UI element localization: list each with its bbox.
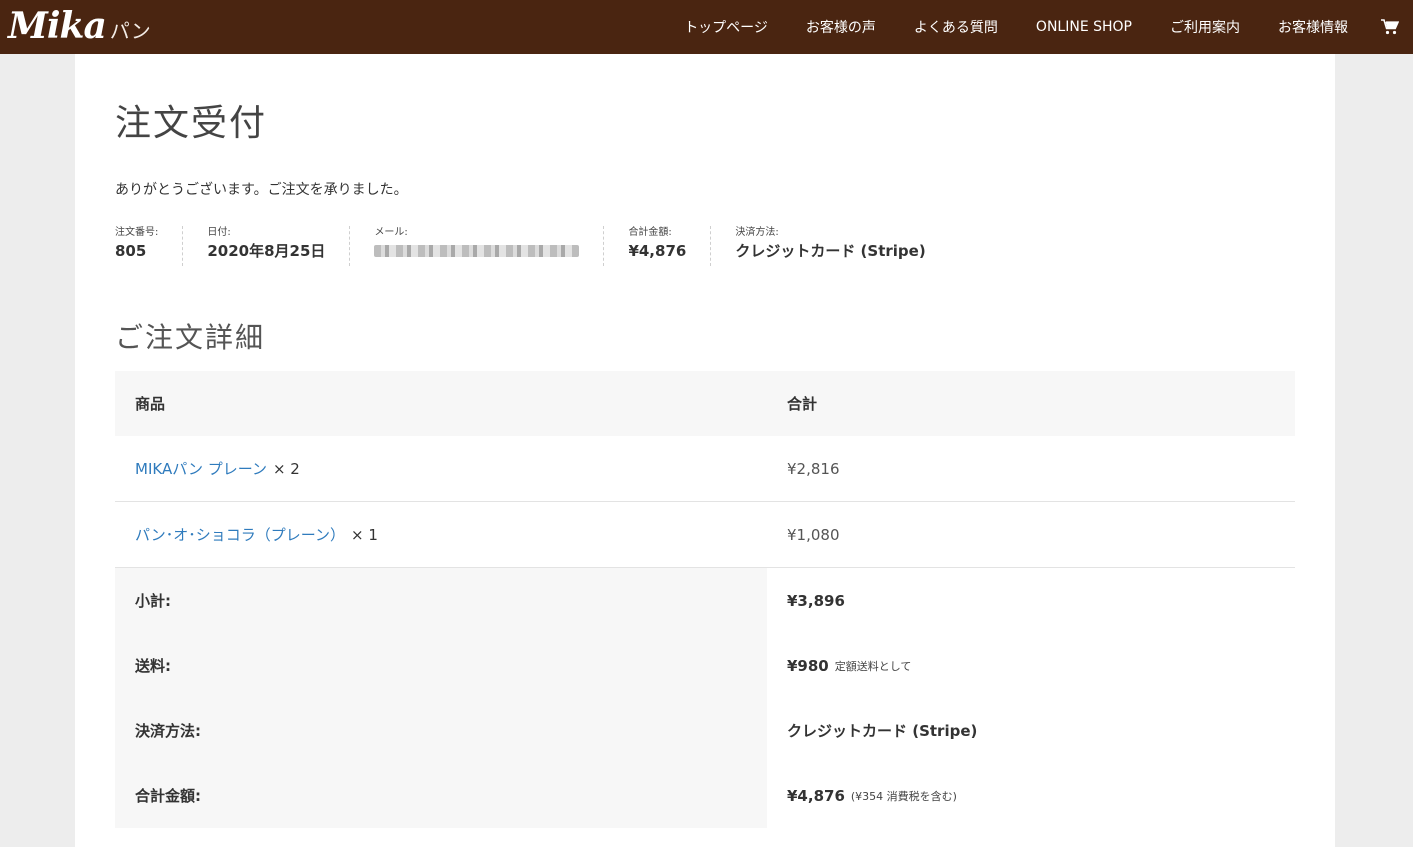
order-overview: 注文番号: 805 日付: 2020年8月25日 メール: 合計金額: ¥4,8… (115, 226, 950, 266)
nav-customer-voice[interactable]: お客様の声 (787, 17, 895, 37)
order-number-value: 805 (115, 242, 147, 260)
tax-note: (¥354 消費税を含む) (850, 789, 957, 803)
order-details-table: 商品 合計 MIKAパン プレーン × 2 ¥2,816 パン･オ･ショコラ（プ… (115, 371, 1295, 828)
table-row: パン･オ･ショコラ（プレーン） × 1 ¥1,080 (115, 502, 1295, 568)
email-value-blurred (374, 245, 580, 257)
item-quantity: × 2 (272, 459, 300, 478)
header-product: 商品 (135, 395, 166, 413)
overview-order-number: 注文番号: 805 (115, 226, 182, 266)
table-row: MIKAパン プレーン × 2 ¥2,816 (115, 436, 1295, 502)
date-value: 2020年8月25日 (207, 242, 326, 260)
nav-faq[interactable]: よくある質問 (895, 17, 1017, 37)
total-label: 合計金額: (628, 227, 672, 238)
item-cell: パン･オ･ショコラ（プレーン） × 1 (135, 502, 378, 567)
cart-icon[interactable] (1367, 0, 1413, 54)
order-total-label: 合計金額: (135, 787, 201, 805)
logo-sub-text: パン (109, 19, 151, 43)
shipping-cell: ¥980 定額送料として (787, 633, 911, 698)
item-total: ¥2,816 (787, 459, 840, 478)
order-total-row: 合計金額: ¥4,876 (¥354 消費税を含む) (115, 763, 1295, 828)
overview-payment: 決済方法: クレジットカード (Stripe) (710, 226, 949, 266)
subtotal-label: 小計: (135, 592, 171, 610)
product-link[interactable]: MIKAパン プレーン (135, 458, 267, 479)
overview-email: メール: (349, 226, 603, 266)
order-number-label: 注文番号: (115, 227, 159, 238)
subtotal-value: ¥3,896 (787, 591, 845, 610)
site-header: Mika パン トップページ お客様の声 よくある質問 ONLINE SHOP … (0, 0, 1413, 54)
shipping-value: ¥980 (787, 656, 829, 675)
nav-account-info[interactable]: お客様情報 (1259, 17, 1367, 37)
logo-main-text: Mika (8, 5, 107, 47)
email-label: メール: (374, 227, 408, 238)
payment-method-row: 決済方法: クレジットカード (Stripe) (115, 698, 1295, 763)
table-header-row: 商品 合計 (115, 371, 1295, 436)
payment-label: 決済方法: (735, 227, 779, 238)
item-quantity: × 1 (351, 525, 378, 544)
overview-total: 合計金額: ¥4,876 (603, 226, 710, 266)
payment-method-label: 決済方法: (135, 722, 201, 740)
shipping-label: 送料: (135, 657, 171, 675)
nav-top-page[interactable]: トップページ (665, 17, 787, 37)
nav-usage-guide[interactable]: ご利用案内 (1151, 17, 1259, 37)
order-total-value: ¥4,876 (787, 786, 845, 805)
nav-online-shop[interactable]: ONLINE SHOP (1017, 19, 1151, 35)
subtotal-row: 小計: ¥3,896 (115, 568, 1295, 633)
header-total: 合計 (787, 395, 818, 413)
order-details-title: ご注文詳細 (115, 321, 266, 354)
shipping-note: 定額送料として (834, 659, 912, 673)
item-total: ¥1,080 (787, 525, 840, 544)
payment-method-value: クレジットカード (Stripe) (787, 722, 978, 740)
order-received-page: 注文受付 ありがとうございます。ご注文を承りました。 注文番号: 805 日付:… (75, 54, 1335, 847)
shipping-row: 送料: ¥980 定額送料として (115, 633, 1295, 698)
item-cell: MIKAパン プレーン × 2 (135, 436, 300, 501)
total-value: ¥4,876 (628, 242, 687, 260)
product-link[interactable]: パン･オ･ショコラ（プレーン） (135, 524, 345, 545)
order-total-cell: ¥4,876 (¥354 消費税を含む) (787, 763, 957, 828)
site-logo[interactable]: Mika パン (8, 2, 151, 52)
payment-value: クレジットカード (Stripe) (735, 242, 926, 260)
page-title: 注文受付 (115, 103, 268, 144)
overview-date: 日付: 2020年8月25日 (182, 226, 349, 266)
thank-you-message: ありがとうございます。ご注文を承りました。 (115, 182, 408, 198)
date-label: 日付: (207, 227, 231, 238)
main-nav: トップページ お客様の声 よくある質問 ONLINE SHOP ご利用案内 お客… (665, 0, 1413, 54)
